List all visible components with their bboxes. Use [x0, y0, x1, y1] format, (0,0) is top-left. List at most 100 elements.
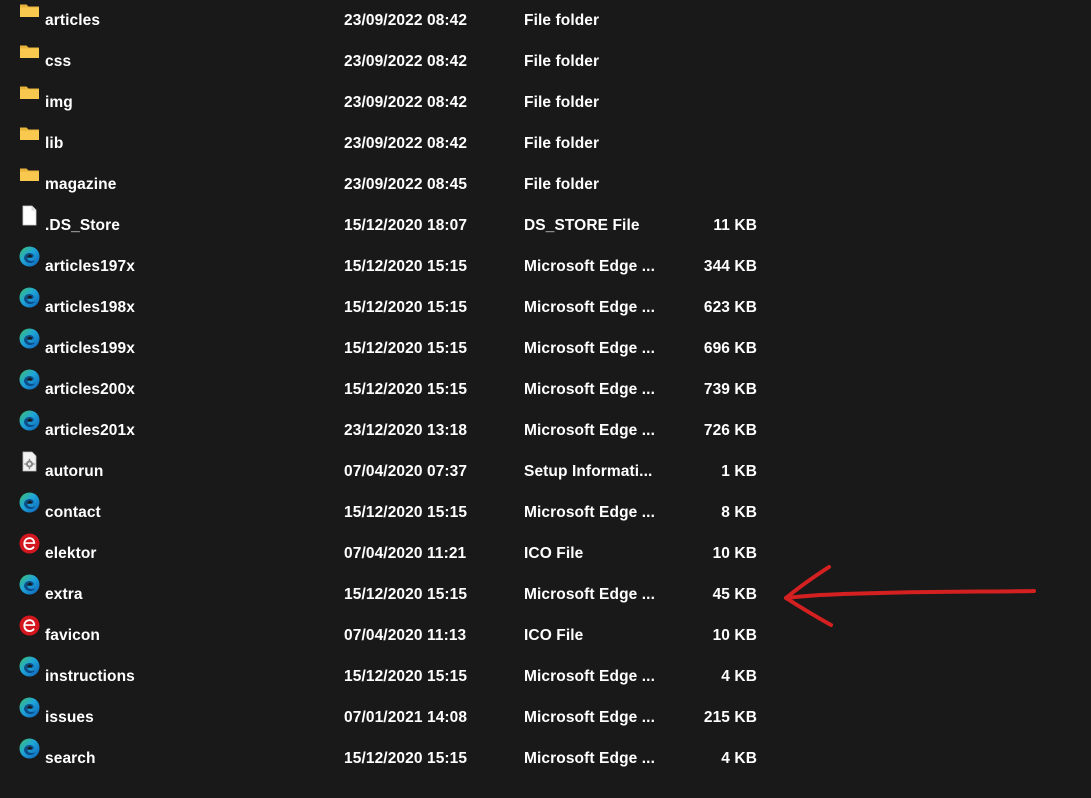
file-size: 623 KB	[703, 299, 757, 316]
file-row-issues[interactable]: issues 07/01/2021 14:08 Microsoft Edge ...…	[0, 697, 1091, 738]
file-row-magazine[interactable]: magazine 23/09/2022 08:45 File folder	[0, 164, 1091, 205]
file-row-ds-store[interactable]: .DS_Store 15/12/2020 18:07 DS_STORE File 11…	[0, 205, 1091, 246]
edge-icon	[19, 574, 40, 595]
file-type: Microsoft Edge ...	[524, 381, 655, 398]
file-type: File folder	[524, 53, 600, 70]
edge-icon	[19, 697, 40, 718]
folder-icon	[19, 41, 40, 62]
file-date-modified: 23/09/2022 08:42	[344, 12, 468, 29]
file-row-extra[interactable]: extra 15/12/2020 15:15 Microsoft Edge ... 4…	[0, 574, 1091, 615]
file-row-articles[interactable]: articles 23/09/2022 08:42 File folder	[0, 0, 1091, 41]
file-size: 4 KB	[721, 750, 757, 767]
file-row-autorun[interactable]: autorun 07/04/2020 07:37 Setup Informati..…	[0, 451, 1091, 492]
file-name: articles	[45, 12, 101, 29]
file-size: 4 KB	[721, 668, 757, 685]
file-name: autorun	[45, 463, 104, 480]
file-type: Microsoft Edge ...	[524, 258, 655, 275]
edge-icon	[19, 492, 40, 513]
file-type: Microsoft Edge ...	[524, 668, 655, 685]
file-type: Setup Informati...	[524, 463, 653, 480]
edge-icon	[19, 287, 40, 308]
folder-icon	[19, 82, 40, 103]
file-name: contact	[45, 504, 101, 521]
file-type: Microsoft Edge ...	[524, 340, 655, 357]
elektor-icon	[19, 615, 40, 636]
file-name: search	[45, 750, 96, 767]
edge-icon	[19, 246, 40, 267]
file-row-favicon[interactable]: favicon 07/04/2020 11:13 ICO File 10 KB	[0, 615, 1091, 656]
file-row-css[interactable]: css 23/09/2022 08:42 File folder	[0, 41, 1091, 82]
file-date-modified: 15/12/2020 15:15	[344, 299, 468, 316]
file-type: File folder	[524, 12, 600, 29]
file-list: articles 23/09/2022 08:42 File folder css 23…	[0, 0, 1091, 779]
file-date-modified: 23/12/2020 13:18	[344, 422, 468, 439]
file-date-modified: 23/09/2022 08:42	[344, 94, 468, 111]
file-type: File folder	[524, 94, 600, 111]
file-date-modified: 07/04/2020 07:37	[344, 463, 468, 480]
file-size: 739 KB	[703, 381, 757, 398]
file-row-articles201x[interactable]: articles201x 23/12/2020 13:18 Microsoft Ed…	[0, 410, 1091, 451]
setup-file-icon	[19, 451, 40, 472]
file-row-articles198x[interactable]: articles198x 15/12/2020 15:15 Microsoft Ed…	[0, 287, 1091, 328]
file-name: articles201x	[45, 422, 135, 439]
file-row-articles199x[interactable]: articles199x 15/12/2020 15:15 Microsoft Ed…	[0, 328, 1091, 369]
file-size: 45 KB	[712, 586, 757, 603]
file-row-lib[interactable]: lib 23/09/2022 08:42 File folder	[0, 123, 1091, 164]
file-name: articles200x	[45, 381, 135, 398]
file-row-articles200x[interactable]: articles200x 15/12/2020 15:15 Microsoft Ed…	[0, 369, 1091, 410]
file-name: elektor	[45, 545, 97, 562]
file-type: Microsoft Edge ...	[524, 299, 655, 316]
file-name: articles197x	[45, 258, 135, 275]
file-row-img[interactable]: img 23/09/2022 08:42 File folder	[0, 82, 1091, 123]
file-date-modified: 15/12/2020 18:07	[344, 217, 468, 234]
file-name: articles198x	[45, 299, 135, 316]
file-name: issues	[45, 709, 94, 726]
file-date-modified: 07/04/2020 11:21	[344, 545, 467, 562]
file-type: DS_STORE File	[524, 217, 640, 234]
elektor-icon	[19, 533, 40, 554]
file-size: 10 KB	[712, 545, 757, 562]
file-date-modified: 15/12/2020 15:15	[344, 668, 468, 685]
file-name: .DS_Store	[45, 217, 120, 234]
file-date-modified: 15/12/2020 15:15	[344, 504, 468, 521]
file-date-modified: 23/09/2022 08:45	[344, 176, 468, 193]
file-row-elektor[interactable]: elektor 07/04/2020 11:21 ICO File 10 KB	[0, 533, 1091, 574]
file-date-modified: 07/01/2021 14:08	[344, 709, 468, 726]
edge-icon	[19, 738, 40, 759]
file-size: 11 KB	[713, 217, 757, 234]
file-size: 8 KB	[721, 504, 757, 521]
file-row-articles197x[interactable]: articles197x 15/12/2020 15:15 Microsoft Ed…	[0, 246, 1091, 287]
file-type: ICO File	[524, 627, 584, 644]
file-type: Microsoft Edge ...	[524, 750, 655, 767]
file-type: Microsoft Edge ...	[524, 504, 655, 521]
folder-icon	[19, 0, 40, 21]
edge-icon	[19, 369, 40, 390]
file-type: File folder	[524, 135, 600, 152]
file-name: magazine	[45, 176, 117, 193]
file-name: lib	[45, 135, 64, 152]
file-row-contact[interactable]: contact 15/12/2020 15:15 Microsoft Edge ..…	[0, 492, 1091, 533]
file-name: articles199x	[45, 340, 135, 357]
file-type: ICO File	[524, 545, 584, 562]
file-row-search[interactable]: search 15/12/2020 15:15 Microsoft Edge ...…	[0, 738, 1091, 779]
file-type: Microsoft Edge ...	[524, 422, 655, 439]
file-icon	[19, 205, 40, 226]
file-size: 10 KB	[712, 627, 757, 644]
file-date-modified: 23/09/2022 08:42	[344, 135, 468, 152]
file-size: 726 KB	[703, 422, 757, 439]
file-date-modified: 23/09/2022 08:42	[344, 53, 468, 70]
file-date-modified: 15/12/2020 15:15	[344, 340, 468, 357]
edge-icon	[19, 410, 40, 431]
folder-icon	[19, 123, 40, 144]
file-date-modified: 07/04/2020 11:13	[344, 627, 467, 644]
file-date-modified: 15/12/2020 15:15	[344, 381, 468, 398]
file-size: 1 KB	[721, 463, 757, 480]
file-row-instructions[interactable]: instructions 15/12/2020 15:15 Microsoft Ed…	[0, 656, 1091, 697]
file-size: 215 KB	[703, 709, 757, 726]
file-size: 344 KB	[703, 258, 757, 275]
file-type: Microsoft Edge ...	[524, 586, 655, 603]
edge-icon	[19, 328, 40, 349]
file-name: css	[45, 53, 72, 70]
file-date-modified: 15/12/2020 15:15	[344, 258, 468, 275]
file-date-modified: 15/12/2020 15:15	[344, 750, 468, 767]
